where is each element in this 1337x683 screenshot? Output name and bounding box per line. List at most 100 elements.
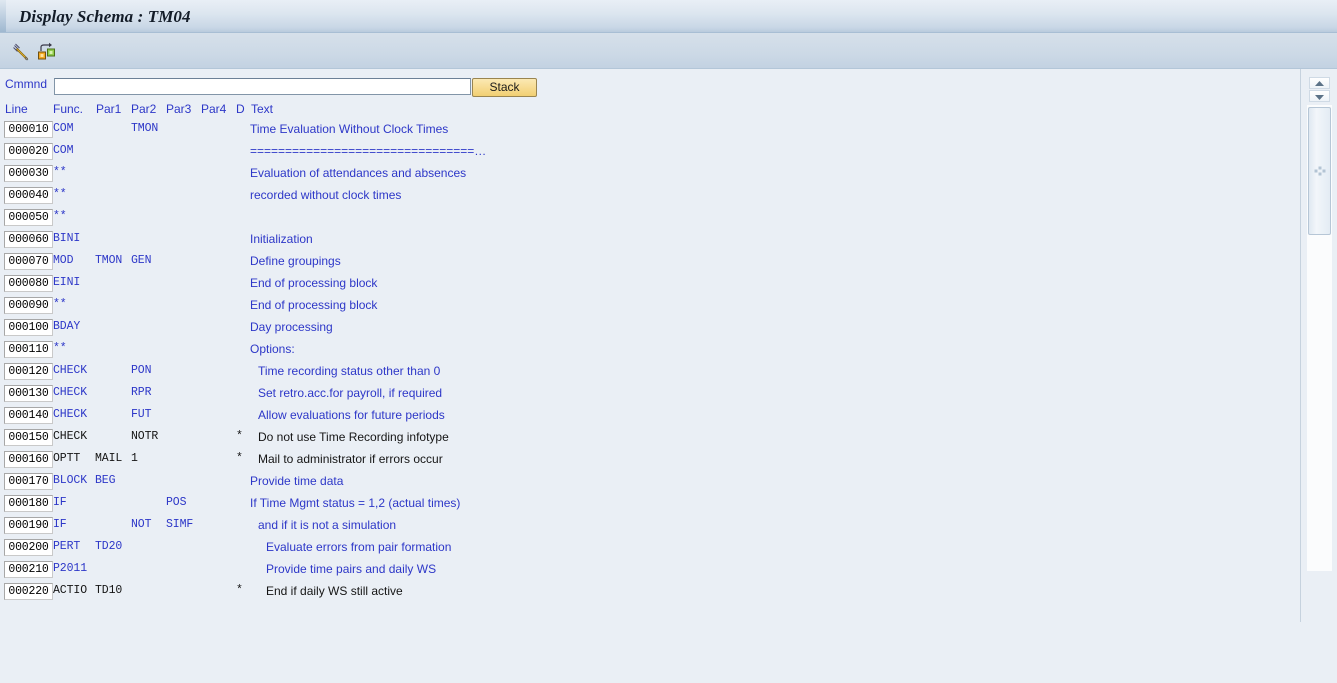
line-number-field[interactable]: 000120 — [4, 363, 53, 380]
table-row[interactable]: 000100 BDAY Day processing — [0, 318, 1300, 340]
cell-text[interactable]: Initialization — [250, 232, 313, 246]
cell-text[interactable]: End of processing block — [250, 276, 377, 290]
cell-func[interactable]: MOD — [53, 254, 74, 267]
line-number-field[interactable]: 000140 — [4, 407, 53, 424]
cell-func[interactable]: P2011 — [53, 562, 87, 575]
line-number-field[interactable]: 000040 — [4, 187, 53, 204]
line-number-field[interactable]: 000220 — [4, 583, 53, 600]
cell-func[interactable]: CHECK — [53, 364, 87, 377]
cell-text[interactable]: Mail to administrator if errors occur — [258, 452, 443, 466]
cell-par2[interactable]: PON — [131, 364, 152, 377]
line-number-field[interactable]: 000200 — [4, 539, 53, 556]
cell-text[interactable]: Day processing — [250, 320, 333, 334]
line-number-field[interactable]: 000150 — [4, 429, 53, 446]
line-number-field[interactable]: 000080 — [4, 275, 53, 292]
table-row[interactable]: 000070 MOD TMON GEN Define groupings — [0, 252, 1300, 274]
cell-d[interactable]: * — [236, 430, 243, 443]
cell-func[interactable]: CHECK — [53, 408, 87, 421]
scroll-down-arrow-icon[interactable] — [1309, 90, 1330, 102]
cell-text[interactable]: Time recording status other than 0 — [258, 364, 440, 378]
table-row[interactable]: 000170 BLOCK BEG Provide time data — [0, 472, 1300, 494]
line-number-field[interactable]: 000110 — [4, 341, 53, 358]
table-row[interactable]: 000220 ACTIO TD10 * End if daily WS still ac… — [0, 582, 1300, 604]
scrollbar-thumb[interactable] — [1308, 107, 1331, 235]
cell-text[interactable]: and if it is not a simulation — [258, 518, 396, 532]
cell-par3[interactable]: SIMF — [166, 518, 193, 531]
cell-func[interactable]: ** — [53, 298, 67, 311]
cell-text[interactable]: Set retro.acc.for payroll, if required — [258, 386, 442, 400]
table-row[interactable]: 000040 ** recorded without clock times — [0, 186, 1300, 208]
line-number-field[interactable]: 000190 — [4, 517, 53, 534]
table-row[interactable]: 000060 BINI Initialization — [0, 230, 1300, 252]
table-row[interactable]: 000110 ** Options: — [0, 340, 1300, 362]
edit-schema-icon[interactable] — [8, 38, 34, 64]
cell-d[interactable]: * — [236, 452, 243, 465]
line-number-field[interactable]: 000090 — [4, 297, 53, 314]
cell-func[interactable]: OPTT — [53, 452, 80, 465]
line-number-field[interactable]: 000160 — [4, 451, 53, 468]
cell-text[interactable]: Evaluation of attendances and absences — [250, 166, 466, 180]
line-number-field[interactable]: 000050 — [4, 209, 53, 226]
cell-par2[interactable]: RPR — [131, 386, 152, 399]
table-row[interactable]: 000130 CHECK RPR Set retro.acc.for payroll,… — [0, 384, 1300, 406]
command-input[interactable] — [54, 78, 471, 95]
cell-text[interactable]: Time Evaluation Without Clock Times — [250, 122, 448, 136]
line-number-field[interactable]: 000020 — [4, 143, 53, 160]
table-row[interactable]: 000150 CHECK NOTR * Do not use Time Recordin… — [0, 428, 1300, 450]
cell-par1[interactable]: TD20 — [95, 540, 122, 553]
table-row[interactable]: 000090 ** End of processing block — [0, 296, 1300, 318]
cell-text[interactable]: If Time Mgmt status = 1,2 (actual times) — [250, 496, 460, 510]
cell-text[interactable]: End if daily WS still active — [266, 584, 403, 598]
cell-par2[interactable]: NOT — [131, 518, 152, 531]
cell-d[interactable]: * — [236, 584, 243, 597]
cell-func[interactable]: CHECK — [53, 386, 87, 399]
line-number-field[interactable]: 000070 — [4, 253, 53, 270]
cell-text[interactable]: End of processing block — [250, 298, 377, 312]
scroll-up-arrow-icon[interactable] — [1309, 77, 1330, 89]
cell-par1[interactable]: BEG — [95, 474, 116, 487]
cell-par1[interactable]: TD10 — [95, 584, 122, 597]
cell-func[interactable]: BLOCK — [53, 474, 87, 487]
cell-func[interactable]: COM — [53, 144, 74, 157]
schema-structure-icon[interactable] — [33, 38, 59, 64]
cell-func[interactable]: ** — [53, 188, 67, 201]
cell-text[interactable]: ================================… — [250, 144, 486, 158]
table-row[interactable]: 000010 COM TMON Time Evaluation Without Clo… — [0, 120, 1300, 142]
table-row[interactable]: 000050 ** — [0, 208, 1300, 230]
cell-text[interactable]: Provide time pairs and daily WS — [266, 562, 436, 576]
cell-func[interactable]: BINI — [53, 232, 80, 245]
cell-par2[interactable]: NOTR — [131, 430, 158, 443]
table-row[interactable]: 000030 ** Evaluation of attendances and ab… — [0, 164, 1300, 186]
line-number-field[interactable]: 000170 — [4, 473, 53, 490]
cell-func[interactable]: ** — [53, 210, 67, 223]
line-number-field[interactable]: 000180 — [4, 495, 53, 512]
cell-func[interactable]: ACTIO — [53, 584, 87, 597]
cell-text[interactable]: Allow evaluations for future periods — [258, 408, 445, 422]
line-number-field[interactable]: 000210 — [4, 561, 53, 578]
cell-text[interactable]: Options: — [250, 342, 295, 356]
cell-par2[interactable]: GEN — [131, 254, 152, 267]
cell-text[interactable]: Do not use Time Recording infotype — [258, 430, 449, 444]
cell-text[interactable]: Provide time data — [250, 474, 343, 488]
vertical-scrollbar[interactable] — [1301, 69, 1337, 622]
line-number-field[interactable]: 000130 — [4, 385, 53, 402]
cell-func[interactable]: IF — [53, 496, 67, 509]
cell-func[interactable]: BDAY — [53, 320, 80, 333]
line-number-field[interactable]: 000100 — [4, 319, 53, 336]
cell-par1[interactable]: MAIL — [95, 452, 122, 465]
cell-func[interactable]: ** — [53, 342, 67, 355]
cell-text[interactable]: Evaluate errors from pair formation — [266, 540, 451, 554]
line-number-field[interactable]: 000060 — [4, 231, 53, 248]
cell-func[interactable]: COM — [53, 122, 74, 135]
cell-func[interactable]: ** — [53, 166, 67, 179]
table-row[interactable]: 000120 CHECK PON Time recording status othe… — [0, 362, 1300, 384]
table-row[interactable]: 000190 IF NOT SIMF and if it is not a simula… — [0, 516, 1300, 538]
cell-text[interactable]: Define groupings — [250, 254, 341, 268]
cell-par1[interactable]: TMON — [95, 254, 122, 267]
table-row[interactable]: 000020 COM ===============================… — [0, 142, 1300, 164]
cell-par3[interactable]: POS — [166, 496, 187, 509]
table-row[interactable]: 000140 CHECK FUT Allow evaluations for futu… — [0, 406, 1300, 428]
table-row[interactable]: 000200 PERT TD20 Evaluate errors from pair … — [0, 538, 1300, 560]
table-row[interactable]: 000180 IF POS If Time Mgmt status = 1,2 (ac… — [0, 494, 1300, 516]
table-row[interactable]: 000210 P2011 Provide time pairs and daily … — [0, 560, 1300, 582]
